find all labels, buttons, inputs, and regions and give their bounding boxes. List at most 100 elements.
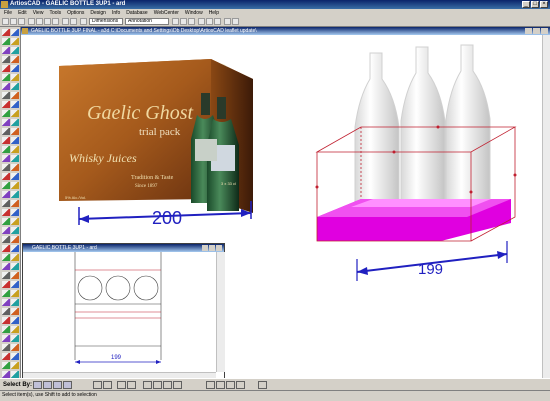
- tool-icon[interactable]: [2, 218, 10, 225]
- tool-icon[interactable]: [2, 281, 10, 288]
- tool-icon[interactable]: [2, 92, 10, 99]
- tool-icon[interactable]: [11, 137, 19, 144]
- tool-icon[interactable]: [11, 209, 19, 216]
- tool-icon[interactable]: [11, 290, 19, 297]
- tool-icon[interactable]: [2, 353, 10, 360]
- options-icon[interactable]: [258, 381, 267, 389]
- subwindow-close-button[interactable]: [216, 245, 222, 251]
- tool-icon[interactable]: [2, 38, 10, 45]
- tool-icon[interactable]: [2, 299, 10, 306]
- grid-icon[interactable]: [206, 381, 215, 389]
- ortho-icon[interactable]: [216, 381, 225, 389]
- tool-icon[interactable]: [11, 326, 19, 333]
- tool-icon[interactable]: [2, 326, 10, 333]
- tool-icon[interactable]: [2, 128, 10, 135]
- layer-select[interactable]: Dimensions: [89, 18, 123, 25]
- angle-icon[interactable]: [226, 381, 235, 389]
- select-item-icon[interactable]: [33, 381, 42, 389]
- canvas-scrollbar[interactable]: [542, 35, 550, 378]
- tool-icon[interactable]: [2, 182, 10, 189]
- open-icon[interactable]: [10, 18, 17, 25]
- mode-select[interactable]: Annotation: [125, 18, 169, 25]
- tool-icon[interactable]: [11, 317, 19, 324]
- menu-window[interactable]: Window: [185, 9, 203, 17]
- tool-icon[interactable]: [2, 254, 10, 261]
- select-path-icon[interactable]: [43, 381, 52, 389]
- close-button[interactable]: ×: [540, 1, 548, 8]
- tool-icon[interactable]: [11, 236, 19, 243]
- tool-icon[interactable]: [2, 227, 10, 234]
- tool-icon[interactable]: [2, 308, 10, 315]
- tool-icon[interactable]: [11, 146, 19, 153]
- tool-icon[interactable]: [11, 299, 19, 306]
- tool-icon[interactable]: [11, 335, 19, 342]
- tool-icon[interactable]: [11, 191, 19, 198]
- tool-icon[interactable]: [2, 362, 10, 369]
- tool-icon[interactable]: [2, 371, 10, 378]
- menu-file[interactable]: File: [4, 9, 12, 17]
- tool-icon[interactable]: [2, 119, 10, 126]
- menu-design[interactable]: Design: [90, 9, 106, 17]
- tool-icon[interactable]: [2, 344, 10, 351]
- tool-icon[interactable]: [11, 227, 19, 234]
- tool-icon[interactable]: [2, 65, 10, 72]
- snap-end-icon[interactable]: [127, 381, 136, 389]
- flat-design-window[interactable]: GAELIC BOTTLE 3UP1 - ard 199: [22, 243, 225, 380]
- tool-icon[interactable]: [11, 65, 19, 72]
- tool-icon[interactable]: [11, 263, 19, 270]
- copy-icon[interactable]: [44, 18, 51, 25]
- redo-icon[interactable]: [70, 18, 77, 25]
- tool-icon[interactable]: [2, 110, 10, 117]
- tool-icon[interactable]: [11, 38, 19, 45]
- tool-icon[interactable]: [11, 155, 19, 162]
- subwindow-minimize-button[interactable]: [202, 245, 208, 251]
- minimize-button[interactable]: _: [522, 1, 530, 8]
- tool-icon[interactable]: [11, 245, 19, 252]
- tray-dimension[interactable]: 199: [356, 241, 508, 281]
- properties-icon[interactable]: [172, 18, 179, 25]
- tool-icon[interactable]: [11, 128, 19, 135]
- tool-icon[interactable]: [2, 236, 10, 243]
- tool-icon[interactable]: [11, 254, 19, 261]
- undo-icon[interactable]: [62, 18, 69, 25]
- tool-icon[interactable]: [11, 182, 19, 189]
- tool-icon[interactable]: [11, 200, 19, 207]
- cut-icon[interactable]: [36, 18, 43, 25]
- tool-icon[interactable]: [2, 263, 10, 270]
- select-all-icon[interactable]: [63, 381, 72, 389]
- color-icon[interactable]: [188, 18, 195, 25]
- bottle-tray-3d[interactable]: [315, 44, 517, 242]
- tool-icon[interactable]: [2, 164, 10, 171]
- tool-icon[interactable]: [2, 47, 10, 54]
- maximize-button[interactable]: □: [531, 1, 539, 8]
- subwindow-vscroll[interactable]: [216, 252, 225, 372]
- tool-icon[interactable]: [2, 317, 10, 324]
- tool-icon[interactable]: [11, 47, 19, 54]
- tool-icon[interactable]: [11, 344, 19, 351]
- save-icon[interactable]: [18, 18, 25, 25]
- tool-icon[interactable]: [2, 155, 10, 162]
- menu-edit[interactable]: Edit: [18, 9, 27, 17]
- tool-icon[interactable]: [11, 272, 19, 279]
- menu-help[interactable]: Help: [209, 9, 219, 17]
- tool-icon[interactable]: [11, 362, 19, 369]
- tool-icon[interactable]: [2, 29, 10, 36]
- tool-icon[interactable]: [2, 335, 10, 342]
- zoom-fit-icon[interactable]: [206, 18, 213, 25]
- tool-icon[interactable]: [2, 200, 10, 207]
- tool-icon[interactable]: [11, 92, 19, 99]
- menu-webcenter[interactable]: WebCenter: [154, 9, 179, 17]
- tool-icon[interactable]: [11, 371, 19, 378]
- new-icon[interactable]: [2, 18, 9, 25]
- filter-icon[interactable]: [143, 381, 152, 389]
- pan-icon[interactable]: [214, 18, 221, 25]
- layer-icon[interactable]: [80, 18, 87, 25]
- tool-icon[interactable]: [11, 173, 19, 180]
- tool-icon[interactable]: [11, 164, 19, 171]
- tool-icon[interactable]: [2, 245, 10, 252]
- filter-arc-icon[interactable]: [163, 381, 172, 389]
- menu-database[interactable]: Database: [126, 9, 147, 17]
- tool-icon[interactable]: [11, 29, 19, 36]
- tool-icon[interactable]: [11, 74, 19, 81]
- tool-icon[interactable]: [11, 83, 19, 90]
